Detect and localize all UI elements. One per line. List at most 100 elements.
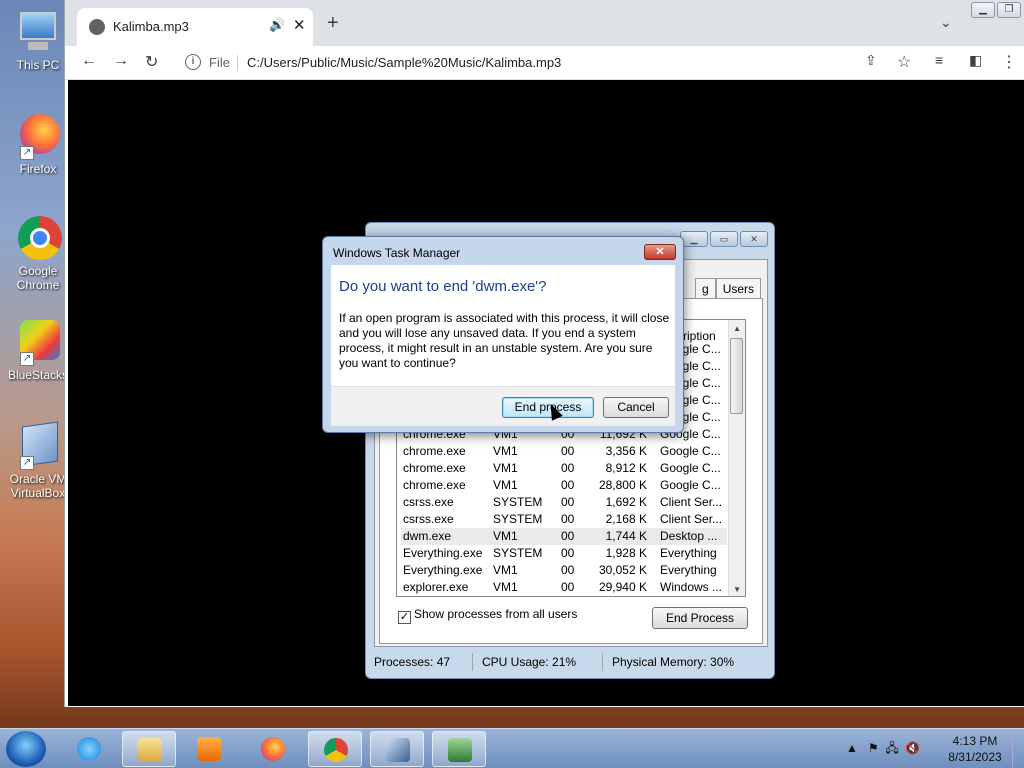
desktop-icon-chrome[interactable]: Google Chrome [4, 214, 72, 292]
process-memory: 29,940 K [598, 580, 647, 594]
start-button[interactable] [6, 731, 46, 767]
process-description: Everything [660, 546, 717, 560]
tab-row: g Users [695, 278, 762, 299]
minimize-button[interactable]: ▁ [971, 2, 995, 18]
dialog-question: Do you want to end 'dwm.exe'? [339, 278, 547, 295]
process-memory: 1,928 K [605, 546, 647, 560]
show-all-label: Show processes from all users [414, 607, 578, 621]
process-memory: 1,692 K [605, 495, 647, 509]
side-panel-icon[interactable]: ◧ [969, 52, 982, 69]
clock-date: 8/31/2023 [948, 750, 1002, 764]
show-hidden-icons-icon[interactable]: ▲ [846, 741, 858, 755]
process-user: SYSTEM [493, 512, 543, 526]
globe-icon [89, 19, 105, 35]
reload-icon[interactable]: ↻ [145, 52, 158, 72]
tab-search-icon[interactable]: ⌄ [940, 14, 952, 31]
taskbar-internet-explorer[interactable] [62, 731, 116, 767]
internet-explorer-icon [77, 737, 101, 761]
restore-button[interactable]: ❐ [997, 2, 1021, 18]
back-icon[interactable]: ← [81, 52, 97, 70]
info-icon[interactable]: i [185, 54, 201, 70]
desktop-icon-label: Oracle VM VirtualBox [9, 472, 67, 500]
checkmark-icon[interactable]: ✓ [398, 611, 411, 624]
media-controls-icon[interactable]: ≡ [935, 52, 943, 68]
process-description: Google C... [660, 444, 721, 458]
maximize-button[interactable]: ▭ [710, 231, 738, 247]
media-player-icon [197, 737, 221, 761]
close-icon[interactable]: ✕ [644, 244, 676, 260]
scroll-thumb[interactable] [730, 338, 743, 414]
process-cpu: 00 [561, 512, 575, 526]
process-name: Everything.exe [403, 546, 483, 560]
end-process-button[interactable]: End Process [652, 607, 748, 629]
dialog-title: Windows Task Manager [333, 246, 461, 260]
close-button[interactable]: ✕ [740, 231, 768, 247]
process-name: chrome.exe [403, 444, 466, 458]
table-row[interactable]: explorer.exe VM1 00 29,940 K Windows ... [401, 579, 727, 596]
process-description: Client Ser... [660, 512, 723, 526]
process-description: Google C... [660, 461, 721, 475]
desktop-icon-firefox[interactable]: ↗ Firefox [4, 112, 72, 176]
table-row[interactable]: Everything.exe VM1 00 30,052 K Everything [401, 562, 727, 579]
network-icon[interactable]: 🖧 [885, 741, 898, 755]
divider [472, 653, 473, 671]
taskbar-virtualbox[interactable] [370, 731, 424, 767]
process-memory: 2,168 K [605, 512, 647, 526]
tab-strip: Kalimba.mp3 🔊 ✕ + ⌄ ▁ ❐ [65, 0, 1024, 46]
process-memory: 30,052 K [598, 563, 647, 577]
task-manager-icon [448, 738, 472, 762]
close-tab-icon[interactable]: ✕ [293, 16, 306, 34]
forward-icon[interactable]: → [113, 52, 129, 70]
chrome-icon [324, 738, 348, 762]
share-icon[interactable]: ⇪ [865, 52, 877, 69]
desktop-icon-this-pc[interactable]: This PC [4, 8, 72, 72]
url-text[interactable]: C:/Users/Public/Music/Sample%20Music/Kal… [247, 55, 561, 70]
minimize-button[interactable]: ▁ [680, 231, 708, 247]
tab-kalimba[interactable]: Kalimba.mp3 🔊 ✕ [77, 8, 313, 46]
scheme-label: File [209, 55, 230, 70]
taskbar-chrome[interactable] [308, 731, 362, 767]
tab-networking[interactable]: g [695, 278, 716, 299]
action-center-icon[interactable]: ⚑ [868, 741, 879, 755]
menu-kebab-icon[interactable]: ⋮ [1001, 52, 1017, 72]
process-memory: 1,744 K [605, 529, 647, 543]
tab-users[interactable]: Users [715, 278, 762, 299]
taskbar-firefox[interactable] [246, 731, 300, 767]
table-row[interactable]: chrome.exe VM1 00 28,800 K Google C... [401, 477, 727, 494]
table-row[interactable]: dwm.exe VM1 00 1,744 K Desktop ... [401, 528, 727, 545]
taskbar-media-player[interactable] [182, 731, 236, 767]
status-processes: Processes: 47 [374, 655, 451, 669]
process-user: VM1 [493, 529, 518, 543]
table-row[interactable]: chrome.exe VM1 00 8,912 K Google C... [401, 460, 727, 477]
scroll-down-icon[interactable]: ▼ [733, 585, 741, 594]
clock[interactable]: 4:13 PM 8/31/2023 [940, 733, 1010, 765]
table-row[interactable]: csrss.exe SYSTEM 00 1,692 K Client Ser... [401, 494, 727, 511]
scroll-up-icon[interactable]: ▲ [733, 324, 741, 333]
table-row[interactable]: chrome.exe VM1 00 3,356 K Google C... [401, 443, 727, 460]
scrollbar[interactable]: ▲ ▼ [728, 320, 745, 596]
process-cpu: 00 [561, 495, 575, 509]
shortcut-arrow-icon: ↗ [20, 456, 34, 470]
clock-time: 4:13 PM [952, 734, 998, 748]
process-description: Desktop ... [660, 529, 718, 543]
desktop-icon-bluestacks[interactable]: ↗ BlueStacks [4, 318, 72, 382]
desktop-icon-virtualbox[interactable]: ↗ Oracle VM VirtualBox [4, 421, 72, 500]
table-row[interactable]: Everything.exe SYSTEM 00 1,928 K Everything [401, 545, 727, 562]
taskbar-task-manager[interactable] [432, 731, 486, 767]
speaker-icon[interactable]: 🔊 [269, 17, 285, 33]
status-memory: Physical Memory: 30% [612, 655, 735, 669]
process-name: explorer.exe [403, 580, 469, 594]
show-all-users-checkbox[interactable]: ✓ Show processes from all users [398, 607, 577, 624]
volume-muted-icon[interactable]: 🔇 [905, 741, 920, 755]
table-row[interactable]: csrss.exe SYSTEM 00 2,168 K Client Ser... [401, 511, 727, 528]
show-desktop-button[interactable] [1012, 729, 1024, 768]
process-name: csrss.exe [403, 495, 454, 509]
taskbar-file-explorer[interactable] [122, 731, 176, 767]
process-cpu: 00 [561, 529, 575, 543]
cancel-button[interactable]: Cancel [603, 397, 669, 418]
address-bar[interactable]: i File C:/Users/Public/Music/Sample%20Mu… [177, 48, 867, 78]
process-cpu: 00 [561, 444, 575, 458]
process-memory: 3,356 K [605, 444, 647, 458]
bookmark-star-icon[interactable]: ☆ [897, 52, 911, 72]
new-tab-button[interactable]: + [327, 12, 339, 35]
